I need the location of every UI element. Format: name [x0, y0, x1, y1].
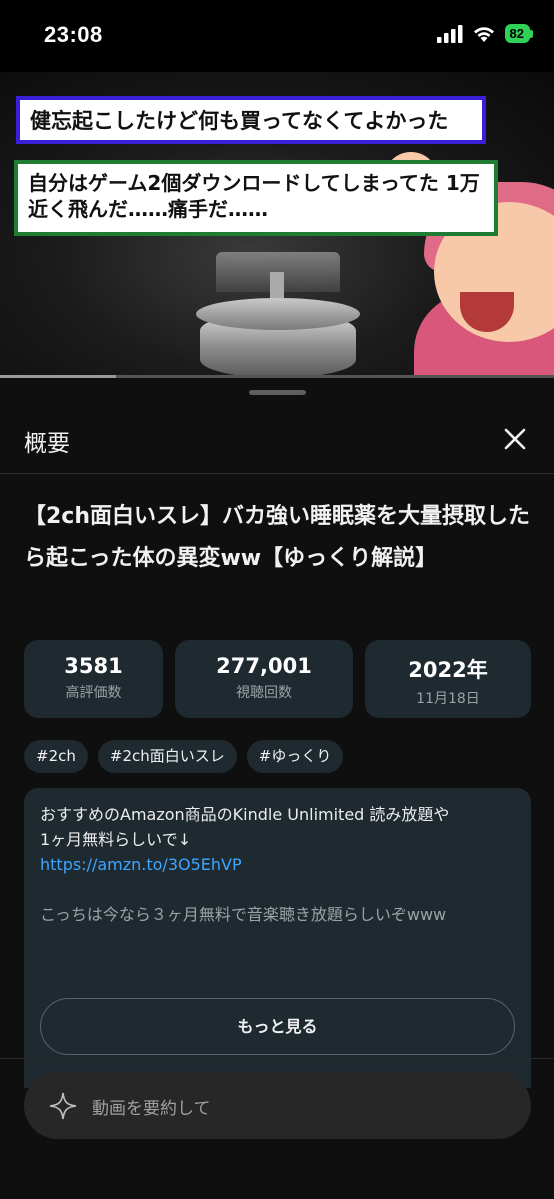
sheet-drag-handle[interactable] [249, 390, 306, 395]
status-time: 23:08 [44, 22, 103, 47]
description-line-3: こっちは今なら３ヶ月無料で音楽聴き放題らしいぞwww [40, 905, 447, 924]
sheet-header: 概要 [0, 408, 554, 474]
wifi-icon [473, 26, 494, 42]
stat-likes-value: 3581 [64, 654, 123, 678]
description-text: おすすめのAmazon商品のKindle Unlimited 読み放題や 1ヶ月… [40, 802, 518, 927]
video-title: 【2ch面白いスレ】バカ強い睡眠薬を大量摂取したら起こった体の異変ww【ゆっくり… [24, 504, 531, 571]
sparkle-icon [49, 1092, 77, 1120]
close-button[interactable] [502, 426, 528, 452]
stat-likes-label: 高評価数 [65, 685, 122, 701]
status-bar: 23:08 82 [0, 0, 554, 72]
video-player[interactable]: 健忘起こしたけど何も買ってなくてよかった 自分はゲーム2個ダウンロードしてしまっ… [0, 72, 554, 378]
description-line-1: おすすめのAmazon商品のKindle Unlimited 読み放題や [40, 805, 450, 824]
description-sheet: 概要 【2ch面白いスレ】バカ強い睡眠薬を大量摂取したら起こった体の異変ww【ゆ… [0, 378, 554, 1199]
stat-date: 2022年 11月18日 [365, 640, 531, 718]
description-link[interactable]: https://amzn.to/3O5EhVP [40, 852, 518, 877]
hashtag-chip[interactable]: #2ch面白いスレ [97, 740, 237, 773]
stat-views-label: 視聴回数 [236, 685, 292, 701]
video-music-box [196, 252, 360, 378]
stats-row: 3581 高評価数 277,001 視聴回数 2022年 11月18日 [24, 640, 532, 718]
battery-icon: 82 [504, 24, 530, 43]
summarize-placeholder: 動画を要約して [92, 1099, 211, 1119]
description-card: おすすめのAmazon商品のKindle Unlimited 読み放題や 1ヶ月… [24, 788, 531, 1088]
status-icons: 82 [436, 24, 530, 43]
hashtag-list: #2ch #2ch面白いスレ #ゆっくり [24, 740, 344, 773]
stat-views: 277,001 視聴回数 [175, 640, 353, 718]
hashtag-chip[interactable]: #ゆっくり [246, 740, 344, 773]
summarize-input[interactable]: 動画を要約して [24, 1072, 531, 1139]
stat-views-value: 277,001 [216, 654, 312, 678]
divider [0, 1058, 554, 1059]
sheet-title: 概要 [24, 431, 70, 457]
stat-date-day: 11月18日 [416, 691, 480, 707]
show-more-button[interactable]: もっと見る [40, 998, 515, 1055]
video-caption-2: 自分はゲーム2個ダウンロードしてしまってた 1万近く飛んだ……痛手だ…… [14, 160, 498, 236]
hashtag-chip[interactable]: #2ch [24, 740, 88, 773]
description-line-2: 1ヶ月無料らしいで↓ [40, 830, 192, 849]
close-icon [504, 428, 526, 450]
stat-likes: 3581 高評価数 [24, 640, 163, 718]
stat-date-year: 2022年 [408, 658, 488, 682]
video-caption-1: 健忘起こしたけど何も買ってなくてよかった [16, 96, 486, 144]
cellular-signal-icon [436, 24, 463, 43]
